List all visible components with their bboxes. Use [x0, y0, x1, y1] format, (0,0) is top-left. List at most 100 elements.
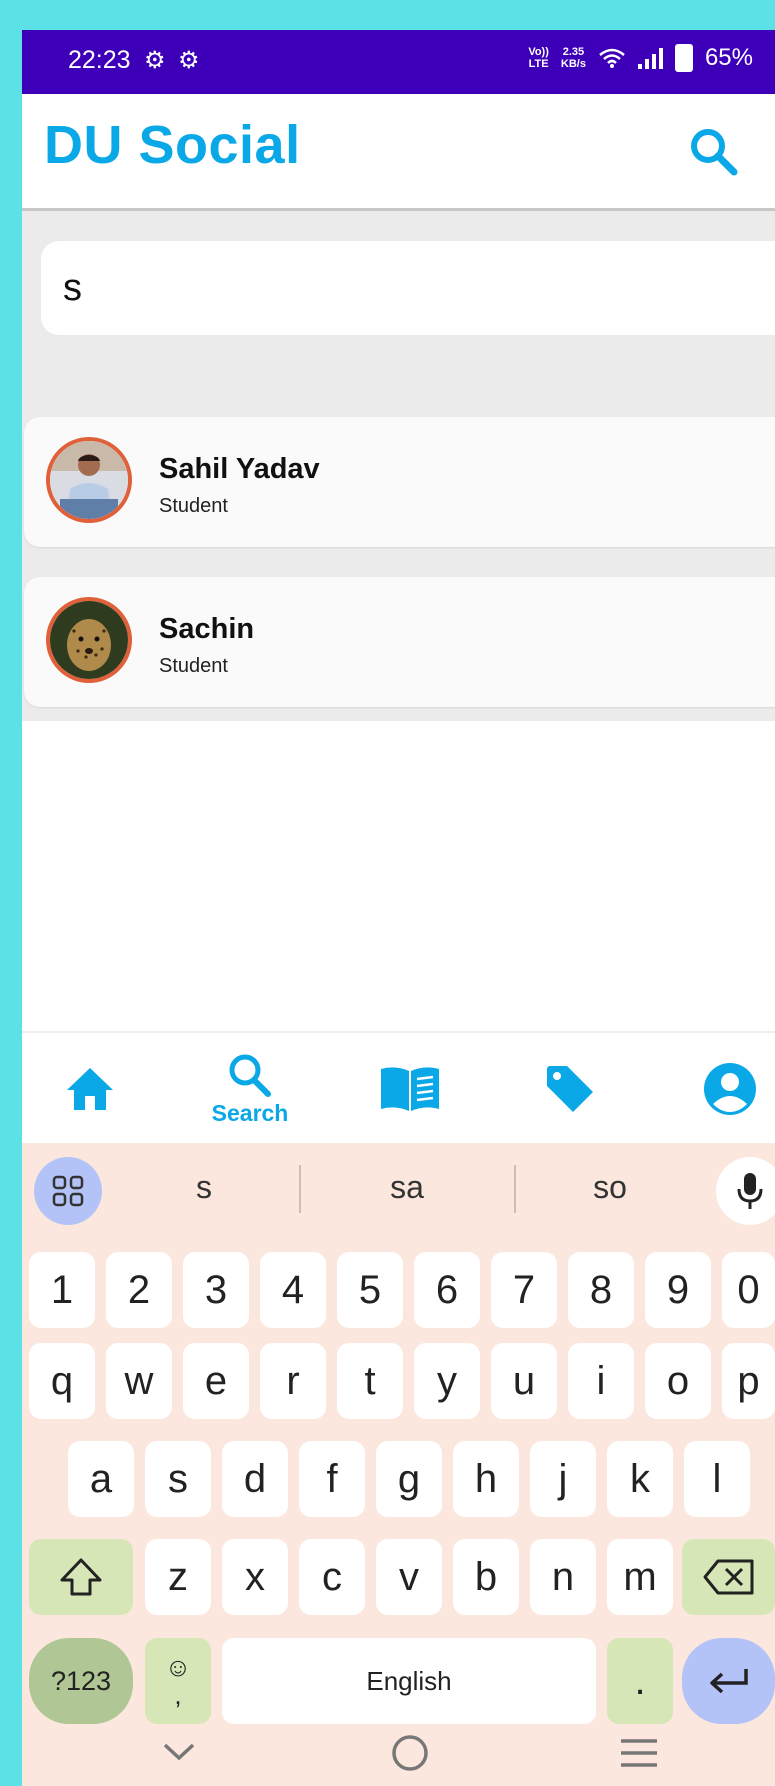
key-6[interactable]: 6	[414, 1252, 480, 1328]
nav-tags[interactable]	[520, 1033, 620, 1145]
key-i[interactable]: i	[568, 1343, 634, 1419]
key-j[interactable]: j	[530, 1441, 596, 1517]
bottom-navigation: Search	[22, 1031, 775, 1145]
emoji-icon: ☺	[164, 1652, 192, 1682]
key-t[interactable]: t	[337, 1343, 403, 1419]
key-o[interactable]: o	[645, 1343, 711, 1419]
key-g[interactable]: g	[376, 1441, 442, 1517]
key-4[interactable]: 4	[260, 1252, 326, 1328]
system-navigation-bar	[22, 1723, 775, 1786]
key-p[interactable]: p	[722, 1343, 775, 1419]
key-u[interactable]: u	[491, 1343, 557, 1419]
content-empty-area	[22, 721, 775, 1031]
period-key[interactable]: .	[607, 1638, 673, 1724]
status-time: 22:23	[68, 46, 131, 74]
enter-key[interactable]	[682, 1638, 775, 1724]
key-q[interactable]: q	[29, 1343, 95, 1419]
key-w[interactable]: w	[106, 1343, 172, 1419]
emoji-comma-key[interactable]: ☺ ,	[145, 1638, 211, 1724]
suggestion-3[interactable]: so	[540, 1169, 680, 1206]
key-1[interactable]: 1	[29, 1252, 95, 1328]
comma-label: ,	[174, 1680, 182, 1710]
result-role: Student	[159, 655, 228, 677]
keyboard-suggestion-bar: s sa so	[22, 1143, 775, 1239]
shift-key[interactable]	[29, 1539, 133, 1615]
search-icon[interactable]	[686, 124, 742, 180]
settings-gear-icon: ⚙	[178, 47, 200, 74]
key-l[interactable]: l	[684, 1441, 750, 1517]
key-3[interactable]: 3	[183, 1252, 249, 1328]
book-icon	[381, 1067, 439, 1111]
shift-arrow-icon	[60, 1558, 102, 1596]
home-icon	[67, 1068, 113, 1110]
key-9[interactable]: 9	[645, 1252, 711, 1328]
microphone-icon	[737, 1173, 763, 1209]
key-f[interactable]: f	[299, 1441, 365, 1517]
avatar	[46, 597, 132, 683]
key-c[interactable]: c	[299, 1539, 365, 1615]
symbols-key[interactable]: ?123	[29, 1638, 133, 1724]
volte-indicator: Vo)) LTE	[528, 46, 549, 70]
key-k[interactable]: k	[607, 1441, 673, 1517]
key-y[interactable]: y	[414, 1343, 480, 1419]
key-n[interactable]: n	[530, 1539, 596, 1615]
backspace-key[interactable]	[682, 1539, 775, 1615]
soft-keyboard: s sa so 1 2 3 4 5 6 7 8 9 0 q w e r t y …	[22, 1143, 775, 1786]
key-z[interactable]: z	[145, 1539, 211, 1615]
space-key[interactable]: English	[222, 1638, 596, 1724]
battery-icon	[674, 44, 693, 72]
key-7[interactable]: 7	[491, 1252, 557, 1328]
key-s[interactable]: s	[145, 1441, 211, 1517]
menu-lines-icon[interactable]	[619, 1737, 659, 1769]
key-v[interactable]: v	[376, 1539, 442, 1615]
result-name: Sachin	[159, 613, 255, 645]
key-5[interactable]: 5	[337, 1252, 403, 1328]
key-0[interactable]: 0	[722, 1252, 775, 1328]
suggestion-divider	[514, 1165, 516, 1213]
tag-icon	[547, 1066, 593, 1112]
nav-search-label: Search	[211, 1099, 289, 1126]
key-b[interactable]: b	[453, 1539, 519, 1615]
battery-percent: 65%	[704, 44, 753, 71]
status-bar: 22:23 ⚙ ⚙ Vo)) LTE 2.35 KB/s 65%	[22, 30, 775, 94]
result-item[interactable]: Sachin Student	[24, 577, 775, 707]
home-circle-icon[interactable]	[390, 1733, 430, 1773]
key-a[interactable]: a	[68, 1441, 134, 1517]
status-right-group: Vo)) LTE 2.35 KB/s 65%	[528, 44, 753, 72]
enter-arrow-icon	[709, 1669, 748, 1694]
key-m[interactable]: m	[607, 1539, 673, 1615]
app-title: DU Social	[44, 115, 301, 175]
settings-gear-icon: ⚙	[144, 47, 166, 74]
backspace-icon	[703, 1559, 753, 1595]
result-item[interactable]: Sahil Yadav Student	[24, 417, 775, 547]
nav-books[interactable]	[360, 1033, 460, 1145]
suggestion-divider	[299, 1165, 301, 1213]
result-name: Sahil Yadav	[159, 453, 320, 485]
search-results: Sahil Yadav Student Sachin Student	[22, 401, 775, 721]
key-e[interactable]: e	[183, 1343, 249, 1419]
avatar	[46, 437, 132, 523]
grid-icon	[52, 1175, 84, 1207]
chevron-down-icon[interactable]	[162, 1741, 196, 1763]
search-input[interactable]	[41, 241, 775, 335]
nav-search[interactable]: Search	[200, 1033, 300, 1145]
app-bar: DU Social	[22, 94, 775, 211]
nav-home[interactable]	[40, 1033, 140, 1145]
voice-input-button[interactable]	[716, 1157, 775, 1225]
result-role: Student	[159, 495, 228, 517]
suggestion-1[interactable]: s	[134, 1169, 274, 1206]
signal-icon	[637, 47, 663, 69]
key-h[interactable]: h	[453, 1441, 519, 1517]
keyboard-menu-button[interactable]	[34, 1157, 102, 1225]
phone-screen: 22:23 ⚙ ⚙ Vo)) LTE 2.35 KB/s 65% DU Soci…	[22, 30, 775, 1786]
key-x[interactable]: x	[222, 1539, 288, 1615]
network-speed: 2.35 KB/s	[560, 46, 586, 70]
key-2[interactable]: 2	[106, 1252, 172, 1328]
wifi-icon	[599, 48, 625, 68]
nav-profile[interactable]	[680, 1033, 775, 1145]
suggestion-2[interactable]: sa	[337, 1169, 477, 1206]
key-r[interactable]: r	[260, 1343, 326, 1419]
search-area	[22, 211, 775, 401]
key-d[interactable]: d	[222, 1441, 288, 1517]
key-8[interactable]: 8	[568, 1252, 634, 1328]
